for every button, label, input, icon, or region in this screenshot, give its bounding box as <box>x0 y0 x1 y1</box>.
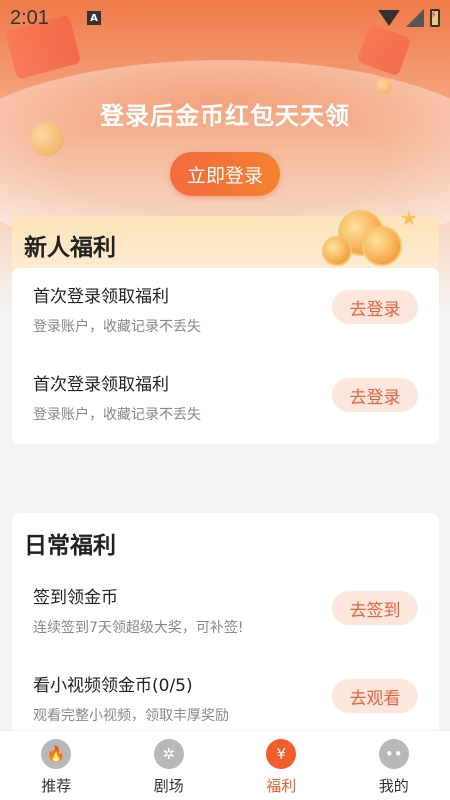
item-title: 看小视频领金币(0/5) <box>33 676 193 696</box>
list-item: 签到领金币 连续签到7天领超级大奖，可补签! 去签到 <box>12 569 439 657</box>
newbie-section-title: 新人福利 <box>24 235 116 261</box>
status-time: 2:01 <box>10 6 49 29</box>
flame-icon: 🔥 <box>41 739 72 769</box>
go-watch-button[interactable]: 去观看 <box>332 679 418 713</box>
bottom-nav: 🔥 推荐 ✲ 剧场 ¥ 福利 •• 我的 <box>0 730 450 800</box>
login-now-button[interactable]: 立即登录 <box>170 152 280 196</box>
nav-item-theater[interactable]: ✲ 剧场 <box>113 731 226 800</box>
nav-item-mine[interactable]: •• 我的 <box>338 731 450 800</box>
go-checkin-button[interactable]: 去签到 <box>332 591 418 625</box>
status-bar: 2:01 A <box>0 0 450 36</box>
profile-face-icon: •• <box>378 739 409 769</box>
nav-label: 剧场 <box>153 777 184 795</box>
item-desc: 观看完整小视频，领取丰厚奖励 <box>33 708 229 724</box>
wifi-icon <box>378 10 400 26</box>
newbie-card: 首次登录领取福利 登录账户，收藏记录不丢失 去登录 首次登录领取福利 登录账户，… <box>12 268 439 444</box>
battery-charging-icon <box>430 9 440 27</box>
item-desc: 登录账户，收藏记录不丢失 <box>33 407 201 423</box>
item-desc: 连续签到7天领超级大奖，可补签! <box>33 620 244 636</box>
daily-card: 日常福利 签到领金币 连续签到7天领超级大奖，可补签! 去签到 看小视频领金币(… <box>12 513 439 743</box>
film-reel-icon: ✲ <box>153 739 184 769</box>
coins-pile-icon: ★ <box>318 196 418 272</box>
nav-item-welfare[interactable]: ¥ 福利 <box>225 731 338 800</box>
go-login-button[interactable]: 去登录 <box>332 290 418 324</box>
item-desc: 登录账户，收藏记录不丢失 <box>33 319 201 335</box>
list-item: 首次登录领取福利 登录账户，收藏记录不丢失 去登录 <box>12 356 439 444</box>
item-title: 首次登录领取福利 <box>33 287 169 307</box>
nav-label: 推荐 <box>41 777 72 795</box>
daily-section-title: 日常福利 <box>24 533 116 559</box>
nav-label: 福利 <box>266 777 297 795</box>
money-bag-icon: ¥ <box>266 739 297 769</box>
item-title: 签到领金币 <box>33 588 118 608</box>
go-login-button[interactable]: 去登录 <box>332 378 418 412</box>
list-item: 首次登录领取福利 登录账户，收藏记录不丢失 去登录 <box>12 268 439 356</box>
nav-label: 我的 <box>378 777 409 795</box>
signal-icon <box>406 9 424 27</box>
coin-decoration <box>376 78 392 94</box>
hero-title: 登录后金币红包天天领 <box>100 102 350 130</box>
nav-item-recommend[interactable]: 🔥 推荐 <box>0 731 113 800</box>
a-icon: A <box>86 11 101 25</box>
item-title: 首次登录领取福利 <box>33 375 169 395</box>
